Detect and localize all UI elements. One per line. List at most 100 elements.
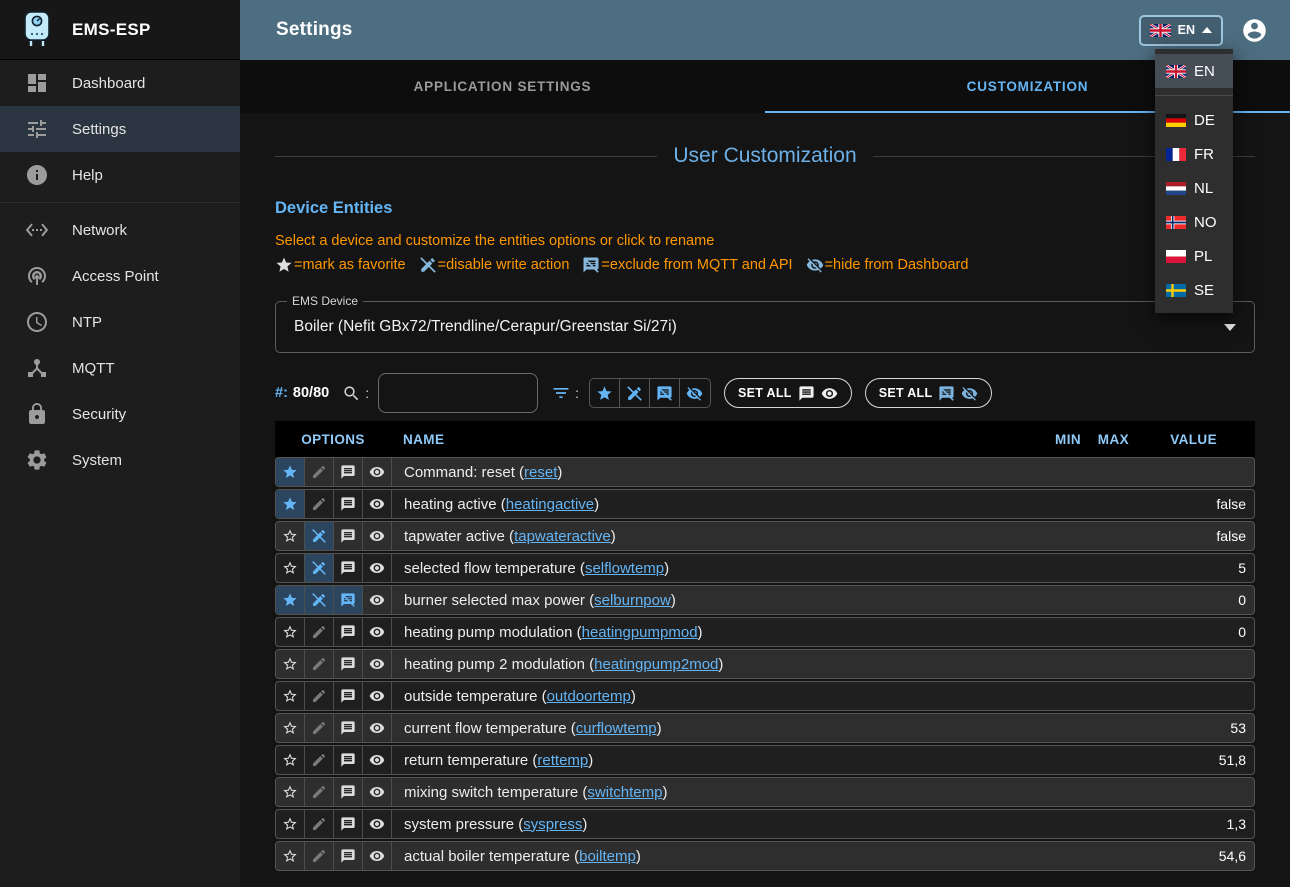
- language-option-nl[interactable]: NL: [1155, 171, 1233, 205]
- language-option-no[interactable]: NO: [1155, 205, 1233, 239]
- entity-shortname-link[interactable]: tapwateractive: [514, 528, 611, 545]
- mqtt-exclude-toggle[interactable]: [334, 746, 363, 774]
- favorite-toggle[interactable]: [276, 458, 305, 486]
- mqtt-exclude-toggle[interactable]: [334, 682, 363, 710]
- hide-toggle[interactable]: [363, 618, 392, 646]
- entity-shortname-link[interactable]: selflowtemp: [585, 560, 664, 577]
- language-option-de[interactable]: DE: [1155, 103, 1233, 137]
- filter-toggle-star[interactable]: [590, 379, 620, 407]
- favorite-toggle[interactable]: [276, 778, 305, 806]
- write-disable-toggle[interactable]: [305, 682, 334, 710]
- table-row[interactable]: actual boiler temperature (boiltemp)54,6: [275, 841, 1255, 871]
- language-option-pl[interactable]: PL: [1155, 239, 1233, 273]
- table-row[interactable]: system pressure (syspress)1,3: [275, 809, 1255, 839]
- table-row[interactable]: burner selected max power (selburnpow)0: [275, 585, 1255, 615]
- favorite-toggle[interactable]: [276, 554, 305, 582]
- hide-toggle[interactable]: [363, 522, 392, 550]
- write-disable-toggle[interactable]: [305, 522, 334, 550]
- mqtt-exclude-toggle[interactable]: [334, 522, 363, 550]
- hide-toggle[interactable]: [363, 746, 392, 774]
- favorite-toggle[interactable]: [276, 618, 305, 646]
- table-row[interactable]: outside temperature (outdoortemp): [275, 681, 1255, 711]
- filter-toggle-comment-off[interactable]: [650, 379, 680, 407]
- mqtt-exclude-toggle[interactable]: [334, 842, 363, 870]
- table-row[interactable]: return temperature (rettemp)51,8: [275, 745, 1255, 775]
- sidebar-item-network[interactable]: Network: [0, 207, 240, 253]
- table-row[interactable]: Command: reset (reset): [275, 457, 1255, 487]
- mqtt-exclude-toggle[interactable]: [334, 618, 363, 646]
- favorite-toggle[interactable]: [276, 522, 305, 550]
- write-disable-toggle[interactable]: [305, 714, 334, 742]
- account-circle-icon[interactable]: [1241, 17, 1268, 44]
- hide-toggle[interactable]: [363, 458, 392, 486]
- ems-device-select[interactable]: EMS Device Boiler (Nefit GBx72/Trendline…: [275, 301, 1255, 353]
- sidebar-item-dashboard[interactable]: Dashboard: [0, 60, 240, 106]
- sidebar-item-help[interactable]: Help: [0, 152, 240, 198]
- language-option-en[interactable]: EN: [1155, 54, 1233, 88]
- entity-shortname-link[interactable]: reset: [524, 464, 557, 481]
- language-selector-button[interactable]: EN: [1139, 15, 1223, 46]
- entity-shortname-link[interactable]: boiltemp: [579, 848, 636, 865]
- entity-shortname-link[interactable]: selburnpow: [594, 592, 671, 609]
- table-row[interactable]: heating active (heatingactive)false: [275, 489, 1255, 519]
- favorite-toggle[interactable]: [276, 490, 305, 518]
- favorite-toggle[interactable]: [276, 650, 305, 678]
- sidebar-item-access-point[interactable]: Access Point: [0, 253, 240, 299]
- entity-shortname-link[interactable]: heatingpump2mod: [594, 656, 718, 673]
- sidebar-item-settings[interactable]: Settings: [0, 106, 240, 152]
- write-disable-toggle[interactable]: [305, 458, 334, 486]
- mqtt-exclude-toggle[interactable]: [334, 810, 363, 838]
- write-disable-toggle[interactable]: [305, 778, 334, 806]
- filter-toggle-edit-off[interactable]: [620, 379, 650, 407]
- sidebar-item-security[interactable]: Security: [0, 391, 240, 437]
- favorite-toggle[interactable]: [276, 714, 305, 742]
- write-disable-toggle[interactable]: [305, 842, 334, 870]
- write-disable-toggle[interactable]: [305, 554, 334, 582]
- favorite-toggle[interactable]: [276, 746, 305, 774]
- table-row[interactable]: tapwater active (tapwateractive)false: [275, 521, 1255, 551]
- hide-toggle[interactable]: [363, 490, 392, 518]
- filter-toggle-eye-off[interactable]: [680, 379, 710, 407]
- set-all-show-button[interactable]: SET ALL: [724, 378, 852, 408]
- write-disable-toggle[interactable]: [305, 618, 334, 646]
- tab-application-settings[interactable]: APPLICATION SETTINGS: [240, 60, 765, 113]
- hide-toggle[interactable]: [363, 586, 392, 614]
- write-disable-toggle[interactable]: [305, 746, 334, 774]
- mqtt-exclude-toggle[interactable]: [334, 554, 363, 582]
- favorite-toggle[interactable]: [276, 842, 305, 870]
- entity-shortname-link[interactable]: heatingactive: [506, 496, 594, 513]
- favorite-toggle[interactable]: [276, 682, 305, 710]
- hide-toggle[interactable]: [363, 842, 392, 870]
- sidebar-item-system[interactable]: System: [0, 437, 240, 483]
- entity-shortname-link[interactable]: outdoortemp: [547, 688, 631, 705]
- set-all-hide-button[interactable]: SET ALL: [865, 378, 993, 408]
- mqtt-exclude-toggle[interactable]: [334, 714, 363, 742]
- hide-toggle[interactable]: [363, 554, 392, 582]
- entity-shortname-link[interactable]: heatingpumpmod: [582, 624, 698, 641]
- hide-toggle[interactable]: [363, 714, 392, 742]
- table-row[interactable]: mixing switch temperature (switchtemp): [275, 777, 1255, 807]
- table-row[interactable]: current flow temperature (curflowtemp)53: [275, 713, 1255, 743]
- mqtt-exclude-toggle[interactable]: [334, 650, 363, 678]
- entity-shortname-link[interactable]: curflowtemp: [576, 720, 657, 737]
- search-input[interactable]: [378, 373, 538, 413]
- sidebar-item-ntp[interactable]: NTP: [0, 299, 240, 345]
- language-option-fr[interactable]: FR: [1155, 137, 1233, 171]
- favorite-toggle[interactable]: [276, 586, 305, 614]
- write-disable-toggle[interactable]: [305, 586, 334, 614]
- table-row[interactable]: heating pump 2 modulation (heatingpump2m…: [275, 649, 1255, 679]
- mqtt-exclude-toggle[interactable]: [334, 778, 363, 806]
- hide-toggle[interactable]: [363, 682, 392, 710]
- table-row[interactable]: heating pump modulation (heatingpumpmod)…: [275, 617, 1255, 647]
- entity-shortname-link[interactable]: switchtemp: [587, 784, 662, 801]
- write-disable-toggle[interactable]: [305, 650, 334, 678]
- entity-shortname-link[interactable]: rettemp: [537, 752, 588, 769]
- mqtt-exclude-toggle[interactable]: [334, 490, 363, 518]
- table-row[interactable]: selected flow temperature (selflowtemp)5: [275, 553, 1255, 583]
- write-disable-toggle[interactable]: [305, 490, 334, 518]
- hide-toggle[interactable]: [363, 810, 392, 838]
- mqtt-exclude-toggle[interactable]: [334, 458, 363, 486]
- hide-toggle[interactable]: [363, 650, 392, 678]
- hide-toggle[interactable]: [363, 778, 392, 806]
- write-disable-toggle[interactable]: [305, 810, 334, 838]
